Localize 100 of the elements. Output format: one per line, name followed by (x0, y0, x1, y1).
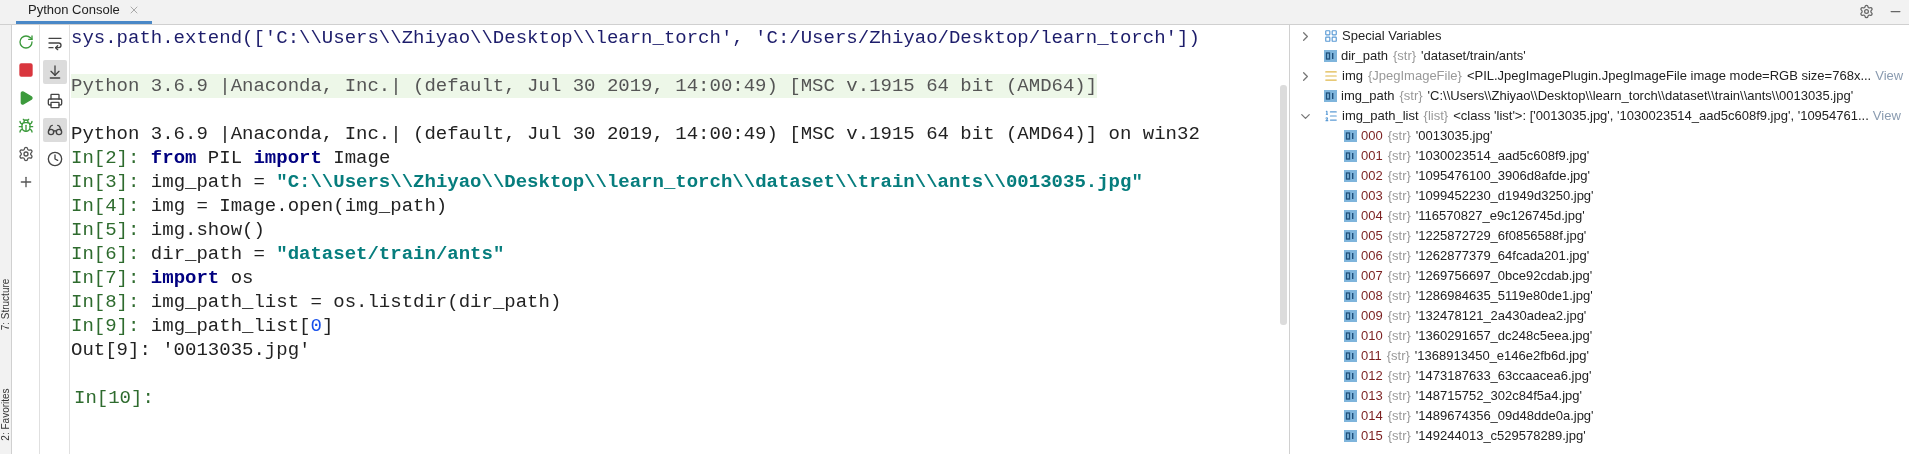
variable-row[interactable]: 014 {str} '1489674356_09d48dde0a.jpg' (1290, 406, 1909, 426)
variable-row[interactable]: 005 {str} '1225872729_6f0856588f.jpg' (1290, 226, 1909, 246)
variable-value: <PIL.JpegImagePlugin.JpegImageFile image mode=RGB size=768x... (1466, 67, 1872, 85)
string-icon (1344, 250, 1357, 262)
variable-type: {str} (1387, 127, 1411, 145)
console-line: In[3]: img_path = "C:\\Users\\Zhiyao\\Desktop\\learn_torch\\dataset\\train\\ants\\0013035.jpg" (71, 170, 1144, 194)
string-icon (1344, 310, 1357, 322)
variable-value: <class 'list'>: ['0013035.jpg', '1030023514_aad5c608f9.jpg', '10954761... (1453, 107, 1869, 125)
variable-name: img_path_list (1342, 107, 1419, 125)
variable-type: {JpegImageFile} (1367, 67, 1462, 85)
variable-type: {str} (1387, 327, 1411, 345)
stop-icon (17, 62, 34, 78)
variable-type: {str} (1387, 287, 1411, 305)
glasses-toggle[interactable] (42, 118, 67, 142)
variable-row[interactable]: img {JpegImageFile} <PIL.JpegImagePlugin.JpegImageFile image mode=RGB size=768x... View (1290, 66, 1909, 86)
console-line: In[8]: img_path_list = os.listdir(dir_path) (71, 290, 563, 314)
string-icon (1344, 330, 1357, 342)
variable-value: '1368913450_e146e2fb6d.jpg' (1414, 347, 1589, 365)
console-tab[interactable]: Python Console (16, 0, 152, 24)
variable-name: img (1342, 67, 1363, 85)
variable-row[interactable]: 001 {str} '1030023514_aad5c608f9.jpg' (1290, 146, 1909, 166)
variable-row[interactable]: 013 {str} '148715752_302c84f5a4.jpg' (1290, 386, 1909, 406)
list-icon (1324, 109, 1338, 123)
variable-name: 010 (1361, 327, 1383, 345)
variable-type: {str} (1387, 307, 1411, 325)
variable-type: {str} (1386, 347, 1410, 365)
variable-name: 005 (1361, 227, 1383, 245)
side-tab[interactable]: 7: Structure (0, 278, 13, 331)
variable-row[interactable]: 008 {str} '1286984635_5119e80de1.jpg' (1290, 286, 1909, 306)
variable-type: {str} (1387, 207, 1411, 225)
variable-type: {str} (1399, 87, 1423, 105)
variable-row[interactable]: 007 {str} '1269756697_0bce92cdab.jpg' (1290, 266, 1909, 286)
console-line: In[9]: img_path_list[0] (71, 314, 335, 338)
string-icon (1324, 90, 1337, 102)
printer-icon (46, 93, 63, 109)
variable-name: 011 (1361, 347, 1382, 365)
console-prompt[interactable]: In[10]: (71, 386, 1289, 410)
console-line: In[4]: img = Image.open(img_path) (71, 194, 449, 218)
scroll-to-end-toggle[interactable] (42, 60, 67, 84)
variable-value: 'dataset/train/ants' (1421, 47, 1526, 65)
grid-icon (1324, 29, 1338, 43)
variable-value: '1225872729_6f0856588f.jpg' (1415, 227, 1587, 245)
scrollbar[interactable] (1280, 85, 1287, 325)
string-icon (1344, 290, 1357, 302)
variable-value: '116570827_e9c126745d.jpg' (1415, 207, 1585, 225)
string-icon (1324, 50, 1337, 62)
variable-name: 000 (1361, 127, 1383, 145)
string-icon (1344, 350, 1357, 362)
variable-row[interactable]: dir_path {str} 'dataset/train/ants' (1290, 46, 1909, 66)
variable-value: '1269756697_0bce92cdab.jpg' (1415, 267, 1593, 285)
variable-name: 014 (1361, 407, 1383, 425)
console-line: In[6]: dir_path = "dataset/train/ants" (71, 242, 506, 266)
variable-value: '132478121_2a430adea2.jpg' (1415, 307, 1587, 325)
variable-type: {str} (1387, 407, 1411, 425)
variable-type: {str} (1387, 167, 1411, 185)
settings-icon (17, 146, 34, 162)
string-icon (1344, 230, 1357, 242)
variable-row[interactable]: 000 {str} '0013035.jpg' (1290, 126, 1909, 146)
variable-row[interactable]: 010 {str} '1360291657_dc248c5eea.jpg' (1290, 326, 1909, 346)
clock-icon (46, 151, 63, 167)
string-icon (1344, 190, 1357, 202)
variable-type: {str} (1387, 147, 1411, 165)
variable-name: img_path (1341, 87, 1395, 105)
variable-name: 002 (1361, 167, 1383, 185)
variable-row[interactable]: 004 {str} '116570827_e9c126745d.jpg' (1290, 206, 1909, 226)
variable-row[interactable]: 002 {str} '1095476100_3906d8afde.jpg' (1290, 166, 1909, 186)
variable-value: 'C:\\Users\\Zhiyao\\Desktop\\learn_torch\\dataset\\train\\ants\\0013035.jpg' (1427, 87, 1854, 105)
side-tab[interactable]: 2: Favorites (0, 388, 13, 441)
variable-value: '149244013_c529578289.jpg' (1415, 427, 1586, 445)
variable-type: {str} (1387, 367, 1411, 385)
glasses-icon (46, 122, 63, 138)
variable-row[interactable]: 015 {str} '149244013_c529578289.jpg' (1290, 426, 1909, 446)
variable-name: 013 (1361, 387, 1383, 405)
variable-type: {str} (1387, 387, 1411, 405)
variable-value: '1095476100_3906d8afde.jpg' (1415, 167, 1590, 185)
variable-name: 012 (1361, 367, 1383, 385)
variable-type: {str} (1387, 267, 1411, 285)
string-icon (1344, 410, 1357, 422)
variable-value: '1099452230_d1949d3250.jpg' (1415, 187, 1594, 205)
variable-value: '1286984635_5119e80de1.jpg' (1415, 287, 1593, 305)
variable-row[interactable]: img_path_list {list} <class 'list'>: ['0013035.jpg', '1030023514_aad5c608f9.jpg', '10954761... View (1290, 106, 1909, 126)
variable-row[interactable]: 009 {str} '132478121_2a430adea2.jpg' (1290, 306, 1909, 326)
variable-value: '0013035.jpg' (1415, 127, 1493, 145)
variable-row[interactable]: Special Variables (1290, 26, 1909, 46)
string-icon (1344, 390, 1357, 402)
variable-row[interactable]: img_path {str} 'C:\\Users\\Zhiyao\\Desktop\\learn_torch\\dataset\\train\\ants\\0013035.jpg' (1290, 86, 1909, 106)
variable-row[interactable]: 006 {str} '1262877379_64fcada201.jpg' (1290, 246, 1909, 266)
variable-row[interactable]: 003 {str} '1099452230_d1949d3250.jpg' (1290, 186, 1909, 206)
variable-type: {str} (1387, 227, 1411, 245)
variable-value: '1262877379_64fcada201.jpg' (1415, 247, 1590, 265)
string-icon (1344, 430, 1357, 442)
variable-row[interactable]: 012 {str} '1473187633_63ccaacea6.jpg' (1290, 366, 1909, 386)
console-line: In[2]: from PIL import Image (71, 146, 392, 170)
string-icon (1344, 370, 1357, 382)
variable-row[interactable]: 011 {str} '1368913450_e146e2fb6d.jpg' (1290, 346, 1909, 366)
variable-value: '148715752_302c84f5a4.jpg' (1415, 387, 1582, 405)
string-icon (1344, 270, 1357, 282)
variable-name: 004 (1361, 207, 1383, 225)
settings-icon[interactable] (1859, 4, 1874, 19)
console-line: Out[9]: '0013035.jpg' (71, 338, 312, 362)
